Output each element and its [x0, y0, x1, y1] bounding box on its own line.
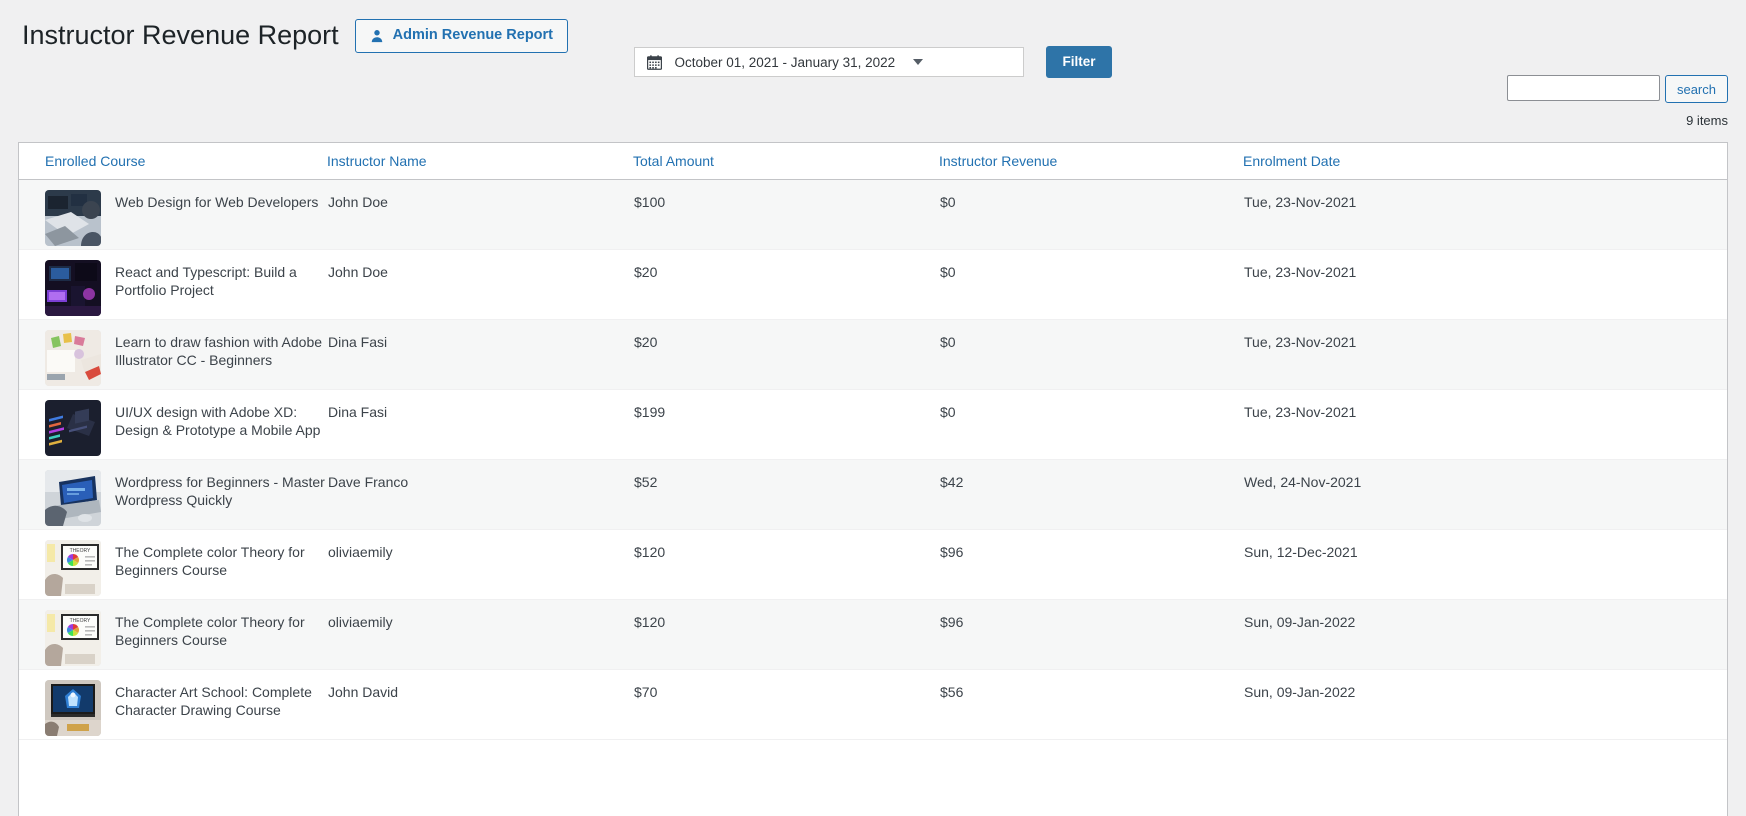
cell-total-amount: $120	[634, 614, 666, 630]
cell-instructor-name: oliviaemily	[328, 544, 393, 560]
cell-enrolled-course: Web Design for Web Developers	[19, 180, 327, 250]
calendar-icon	[647, 54, 663, 70]
course-title: The Complete color Theory for Beginners …	[115, 544, 305, 578]
cell-enrolment-date: Wed, 24-Nov-2021	[1244, 474, 1362, 490]
cell-enrolment-date: Sun, 09-Jan-2022	[1244, 684, 1356, 700]
course-thumbnail-laptop-blue-screen	[45, 470, 101, 526]
course-title: UI/UX design with Adobe XD: Design & Pro…	[115, 404, 321, 438]
cell-instructor-name: Dina Fasi	[328, 334, 388, 350]
cell-instructor-revenue: $0	[940, 404, 956, 420]
column-header-instructor-name[interactable]: Instructor Name	[327, 143, 633, 180]
column-header-total-amount[interactable]: Total Amount	[633, 143, 939, 180]
cell-enrolment-date: Tue, 23-Nov-2021	[1244, 404, 1357, 420]
cell-enrolled-course: React and Typescript: Build a Portfolio …	[19, 250, 327, 320]
table-row: THEORY The Complete color Theory for Begi…	[19, 599, 1727, 670]
table-row: THEORY The Complete color Theory for Begi…	[19, 529, 1727, 600]
cell-total-amount: $52	[634, 474, 658, 490]
cell-instructor-revenue: $42	[940, 474, 964, 490]
cell-enrolled-course: Learn to draw fashion with Adobe Illustr…	[19, 320, 327, 390]
cell-instructor-revenue: $96	[940, 544, 964, 560]
table-row: Web Design for Web Developers John Doe $10…	[19, 179, 1727, 250]
course-thumbnail-character-monitor	[45, 680, 101, 736]
course-title: Web Design for Web Developers	[115, 194, 319, 210]
svg-text:THEORY: THEORY	[70, 548, 91, 554]
column-header-enrolled-course[interactable]: Enrolled Course	[19, 143, 327, 180]
user-icon	[370, 29, 384, 43]
revenue-table: Enrolled Course Instructor Name Total Am…	[19, 143, 1727, 740]
cell-enrolment-date: Tue, 23-Nov-2021	[1244, 194, 1357, 210]
cell-instructor-revenue: $0	[940, 334, 956, 350]
admin-revenue-report-label: Admin Revenue Report	[392, 27, 554, 44]
column-header-enrolment-date[interactable]: Enrolment Date	[1243, 143, 1727, 180]
cell-instructor-name: John Doe	[328, 264, 388, 280]
table-row: Character Art School: Complete Character…	[19, 669, 1727, 740]
course-thumbnail-desk-laptops	[45, 190, 101, 246]
instructor-revenue-report-page: Instructor Revenue Report Admin Revenue …	[0, 0, 1746, 816]
table-body: Web Design for Web Developers John Doe $10…	[19, 179, 1727, 740]
cell-instructor-name: John Doe	[328, 194, 388, 210]
cell-total-amount: $199	[634, 404, 666, 420]
cell-enrolled-course: THEORY The Complete color Theory for Begi…	[19, 530, 327, 600]
cell-instructor-revenue: $56	[940, 684, 964, 700]
search-button[interactable]: search	[1664, 75, 1728, 103]
course-thumbnail-color-wheel-monitor: THEORY	[45, 610, 101, 666]
cell-instructor-name: Dina Fasi	[328, 404, 388, 420]
table-head: Enrolled Course Instructor Name Total Am…	[19, 143, 1727, 180]
items-count: 9 items	[1686, 113, 1728, 128]
search-area: search	[1506, 75, 1728, 103]
course-title: Learn to draw fashion with Adobe Illustr…	[115, 334, 323, 368]
cell-enrolled-course: Character Art School: Complete Character…	[19, 670, 327, 740]
table-row: Learn to draw fashion with Adobe Illustr…	[19, 319, 1727, 390]
cell-total-amount: $20	[634, 264, 658, 280]
table-row: React and Typescript: Build a Portfolio …	[19, 249, 1727, 320]
course-title: React and Typescript: Build a Portfolio …	[115, 264, 297, 298]
search-input[interactable]	[1506, 75, 1660, 101]
cell-enrolment-date: Sun, 12-Dec-2021	[1244, 544, 1358, 560]
filter-button[interactable]: Filter	[1046, 46, 1112, 79]
table-row: Wordpress for Beginners - Master Wordpre…	[19, 459, 1727, 530]
column-header-instructor-revenue[interactable]: Instructor Revenue	[939, 143, 1243, 180]
cell-instructor-name: oliviaemily	[328, 614, 393, 630]
filter-bar: October 01, 2021 - January 31, 2022 Filt…	[0, 46, 1746, 79]
cell-total-amount: $100	[634, 194, 666, 210]
date-range-picker[interactable]: October 01, 2021 - January 31, 2022	[634, 47, 1025, 78]
course-title: The Complete color Theory for Beginners …	[115, 614, 305, 648]
cell-instructor-revenue: $0	[940, 194, 956, 210]
course-title: Wordpress for Beginners - Master Wordpre…	[115, 474, 325, 508]
cell-enrolment-date: Tue, 23-Nov-2021	[1244, 264, 1357, 280]
cell-instructor-revenue: $96	[940, 614, 964, 630]
revenue-table-container: Enrolled Course Instructor Name Total Am…	[18, 142, 1728, 816]
course-title: Character Art School: Complete Character…	[115, 684, 312, 718]
cell-instructor-revenue: $0	[940, 264, 956, 280]
cell-enrolment-date: Tue, 23-Nov-2021	[1244, 334, 1357, 350]
chevron-down-icon	[913, 59, 924, 66]
cell-total-amount: $70	[634, 684, 658, 700]
cell-enrolled-course: Wordpress for Beginners - Master Wordpre…	[19, 460, 327, 530]
cell-total-amount: $20	[634, 334, 658, 350]
course-thumbnail-neon-desk	[45, 260, 101, 316]
cell-instructor-name: John David	[328, 684, 399, 700]
table-row: UI/UX design with Adobe XD: Design & Pro…	[19, 389, 1727, 460]
cell-enrolled-course: THEORY The Complete color Theory for Begi…	[19, 600, 327, 670]
table-header-row: Enrolled Course Instructor Name Total Am…	[19, 143, 1727, 180]
svg-text:THEORY: THEORY	[70, 618, 91, 624]
cell-total-amount: $120	[634, 544, 666, 560]
date-range-value: October 01, 2021 - January 31, 2022	[674, 54, 896, 70]
cell-enrolled-course: UI/UX design with Adobe XD: Design & Pro…	[19, 390, 327, 460]
cell-enrolment-date: Sun, 09-Jan-2022	[1244, 614, 1356, 630]
course-thumbnail-dark-isometric	[45, 400, 101, 456]
course-thumbnail-sketch-table	[45, 330, 101, 386]
course-thumbnail-color-wheel-monitor: THEORY	[45, 540, 101, 596]
cell-instructor-name: Dave Franco	[328, 474, 409, 490]
